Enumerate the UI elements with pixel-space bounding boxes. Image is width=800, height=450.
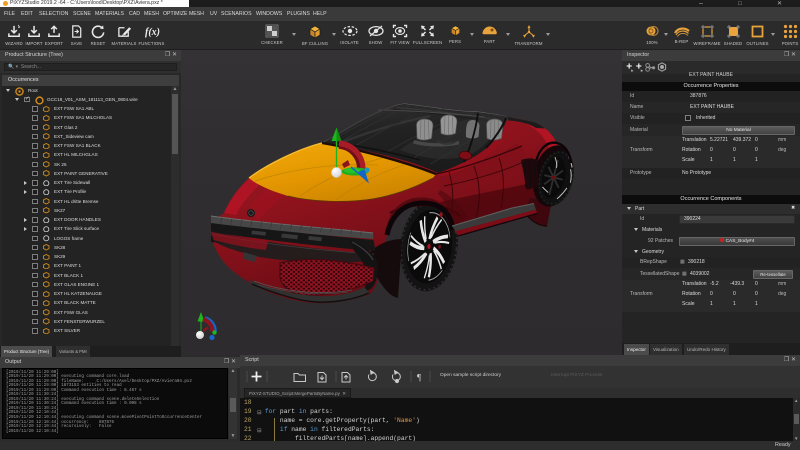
svg-text:f(x): f(x): [145, 27, 160, 38]
svg-text:¶: ¶: [417, 373, 421, 383]
